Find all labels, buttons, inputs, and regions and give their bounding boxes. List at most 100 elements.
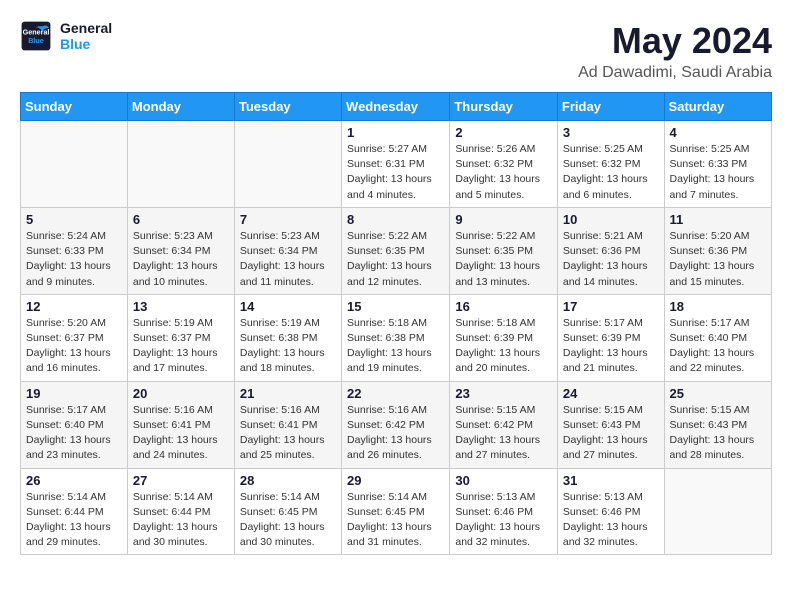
day-number: 9 bbox=[455, 212, 552, 227]
day-cell: 10Sunrise: 5:21 AMSunset: 6:36 PMDayligh… bbox=[557, 207, 664, 294]
day-info: Sunrise: 5:14 AMSunset: 6:45 PMDaylight:… bbox=[240, 490, 336, 551]
day-cell bbox=[664, 468, 771, 555]
day-info: Sunrise: 5:18 AMSunset: 6:38 PMDaylight:… bbox=[347, 316, 444, 377]
weekday-header-monday: Monday bbox=[127, 93, 234, 121]
day-number: 5 bbox=[26, 212, 122, 227]
day-cell: 24 Sunrise: 5:15 AMSunset: 6:43 PMDayligh… bbox=[557, 381, 664, 468]
day-cell: 22Sunrise: 5:16 AMSunset: 6:42 PMDayligh… bbox=[342, 381, 450, 468]
day-number: 14 bbox=[240, 299, 336, 314]
day-cell: 19 Sunrise: 5:17 AMSunset: 6:40 PMDayligh… bbox=[21, 381, 128, 468]
day-info: Sunrise: 5:15 AMSunset: 6:43 PMDaylight:… bbox=[670, 403, 766, 464]
day-number: 31 bbox=[563, 473, 659, 488]
day-info: Sunrise: 5:24 AMSunset: 6:33 PMDaylight:… bbox=[26, 229, 122, 290]
day-info: Sunrise: 5:15 AMSunset: 6:43 PMDaylight:… bbox=[563, 403, 659, 464]
day-number: 28 bbox=[240, 473, 336, 488]
day-info: Sunrise: 5:13 AMSunset: 6:46 PMDaylight:… bbox=[455, 490, 552, 551]
day-info: Sunrise: 5:17 AMSunset: 6:39 PMDaylight:… bbox=[563, 316, 659, 377]
day-cell: 13Sunrise: 5:19 AMSunset: 6:37 PMDayligh… bbox=[127, 294, 234, 381]
week-row-1: 1Sunrise: 5:27 AMSunset: 6:31 PMDaylight… bbox=[21, 121, 772, 208]
day-cell: 2 Sunrise: 5:26 AMSunset: 6:32 PMDaylight… bbox=[450, 121, 558, 208]
day-number: 15 bbox=[347, 299, 444, 314]
day-number: 20 bbox=[133, 386, 229, 401]
day-number: 1 bbox=[347, 125, 444, 140]
day-cell bbox=[234, 121, 341, 208]
day-info: Sunrise: 5:21 AMSunset: 6:36 PMDaylight:… bbox=[563, 229, 659, 290]
week-row-3: 12Sunrise: 5:20 AMSunset: 6:37 PMDayligh… bbox=[21, 294, 772, 381]
day-info: Sunrise: 5:18 AMSunset: 6:39 PMDaylight:… bbox=[455, 316, 552, 377]
day-number: 6 bbox=[133, 212, 229, 227]
day-number: 11 bbox=[670, 212, 766, 227]
day-number: 7 bbox=[240, 212, 336, 227]
day-cell: 16 Sunrise: 5:18 AMSunset: 6:39 PMDayligh… bbox=[450, 294, 558, 381]
day-number: 24 bbox=[563, 386, 659, 401]
day-cell: 12Sunrise: 5:20 AMSunset: 6:37 PMDayligh… bbox=[21, 294, 128, 381]
day-number: 26 bbox=[26, 473, 122, 488]
logo-icon: General Blue bbox=[20, 20, 52, 52]
weekday-header-row: SundayMondayTuesdayWednesdayThursdayFrid… bbox=[21, 93, 772, 121]
day-number: 19 bbox=[26, 386, 122, 401]
day-number: 27 bbox=[133, 473, 229, 488]
day-cell: 6 Sunrise: 5:23 AMSunset: 6:34 PMDaylight… bbox=[127, 207, 234, 294]
day-cell: 14 Sunrise: 5:19 AMSunset: 6:38 PMDayligh… bbox=[234, 294, 341, 381]
weekday-header-saturday: Saturday bbox=[664, 93, 771, 121]
day-info: Sunrise: 5:22 AMSunset: 6:35 PMDaylight:… bbox=[347, 229, 444, 290]
day-cell: 30 Sunrise: 5:13 AMSunset: 6:46 PMDayligh… bbox=[450, 468, 558, 555]
day-cell: 23Sunrise: 5:15 AMSunset: 6:42 PMDayligh… bbox=[450, 381, 558, 468]
day-number: 4 bbox=[670, 125, 766, 140]
title-block: May 2024 Ad Dawadimi, Saudi Arabia bbox=[578, 20, 772, 82]
location-title: Ad Dawadimi, Saudi Arabia bbox=[578, 64, 772, 82]
day-info: Sunrise: 5:17 AMSunset: 6:40 PMDaylight:… bbox=[26, 403, 122, 464]
day-number: 22 bbox=[347, 386, 444, 401]
day-info: Sunrise: 5:17 AMSunset: 6:40 PMDaylight:… bbox=[670, 316, 766, 377]
day-info: Sunrise: 5:19 AMSunset: 6:37 PMDaylight:… bbox=[133, 316, 229, 377]
day-cell: 21Sunrise: 5:16 AMSunset: 6:41 PMDayligh… bbox=[234, 381, 341, 468]
day-info: Sunrise: 5:13 AMSunset: 6:46 PMDaylight:… bbox=[563, 490, 659, 551]
day-number: 25 bbox=[670, 386, 766, 401]
day-info: Sunrise: 5:14 AMSunset: 6:44 PMDaylight:… bbox=[133, 490, 229, 551]
day-info: Sunrise: 5:23 AMSunset: 6:34 PMDaylight:… bbox=[240, 229, 336, 290]
svg-text:Blue: Blue bbox=[28, 36, 44, 45]
day-number: 30 bbox=[455, 473, 552, 488]
logo: General Blue GeneralBlue bbox=[20, 20, 112, 52]
day-info: Sunrise: 5:19 AMSunset: 6:38 PMDaylight:… bbox=[240, 316, 336, 377]
day-number: 16 bbox=[455, 299, 552, 314]
day-cell bbox=[21, 121, 128, 208]
day-number: 2 bbox=[455, 125, 552, 140]
day-info: Sunrise: 5:23 AMSunset: 6:34 PMDaylight:… bbox=[133, 229, 229, 290]
day-cell: 26 Sunrise: 5:14 AMSunset: 6:44 PMDayligh… bbox=[21, 468, 128, 555]
day-info: Sunrise: 5:25 AMSunset: 6:32 PMDaylight:… bbox=[563, 142, 659, 203]
day-cell: 20 Sunrise: 5:16 AMSunset: 6:41 PMDayligh… bbox=[127, 381, 234, 468]
day-cell: 29Sunrise: 5:14 AMSunset: 6:45 PMDayligh… bbox=[342, 468, 450, 555]
weekday-header-sunday: Sunday bbox=[21, 93, 128, 121]
week-row-5: 26 Sunrise: 5:14 AMSunset: 6:44 PMDayligh… bbox=[21, 468, 772, 555]
day-info: Sunrise: 5:26 AMSunset: 6:32 PMDaylight:… bbox=[455, 142, 552, 203]
day-number: 17 bbox=[563, 299, 659, 314]
day-cell: 4Sunrise: 5:25 AMSunset: 6:33 PMDaylight… bbox=[664, 121, 771, 208]
day-cell: 18Sunrise: 5:17 AMSunset: 6:40 PMDayligh… bbox=[664, 294, 771, 381]
day-cell: 31 Sunrise: 5:13 AMSunset: 6:46 PMDayligh… bbox=[557, 468, 664, 555]
weekday-header-friday: Friday bbox=[557, 93, 664, 121]
logo-text: GeneralBlue bbox=[60, 20, 112, 52]
day-info: Sunrise: 5:14 AMSunset: 6:44 PMDaylight:… bbox=[26, 490, 122, 551]
day-info: Sunrise: 5:16 AMSunset: 6:41 PMDaylight:… bbox=[133, 403, 229, 464]
day-info: Sunrise: 5:22 AMSunset: 6:35 PMDaylight:… bbox=[455, 229, 552, 290]
month-title: May 2024 bbox=[578, 20, 772, 62]
day-info: Sunrise: 5:20 AMSunset: 6:36 PMDaylight:… bbox=[670, 229, 766, 290]
day-cell: 8 Sunrise: 5:22 AMSunset: 6:35 PMDaylight… bbox=[342, 207, 450, 294]
day-info: Sunrise: 5:14 AMSunset: 6:45 PMDaylight:… bbox=[347, 490, 444, 551]
calendar-table: SundayMondayTuesdayWednesdayThursdayFrid… bbox=[20, 92, 772, 555]
day-cell: 1Sunrise: 5:27 AMSunset: 6:31 PMDaylight… bbox=[342, 121, 450, 208]
day-number: 21 bbox=[240, 386, 336, 401]
day-number: 3 bbox=[563, 125, 659, 140]
day-cell: 27 Sunrise: 5:14 AMSunset: 6:44 PMDayligh… bbox=[127, 468, 234, 555]
day-cell: 25 Sunrise: 5:15 AMSunset: 6:43 PMDayligh… bbox=[664, 381, 771, 468]
day-cell: 3 Sunrise: 5:25 AMSunset: 6:32 PMDaylight… bbox=[557, 121, 664, 208]
day-cell: 15 Sunrise: 5:18 AMSunset: 6:38 PMDayligh… bbox=[342, 294, 450, 381]
day-number: 8 bbox=[347, 212, 444, 227]
weekday-header-tuesday: Tuesday bbox=[234, 93, 341, 121]
week-row-2: 5 Sunrise: 5:24 AMSunset: 6:33 PMDaylight… bbox=[21, 207, 772, 294]
page-header: General Blue GeneralBlue May 2024 Ad Daw… bbox=[20, 20, 772, 82]
weekday-header-wednesday: Wednesday bbox=[342, 93, 450, 121]
day-cell bbox=[127, 121, 234, 208]
weekday-header-thursday: Thursday bbox=[450, 93, 558, 121]
